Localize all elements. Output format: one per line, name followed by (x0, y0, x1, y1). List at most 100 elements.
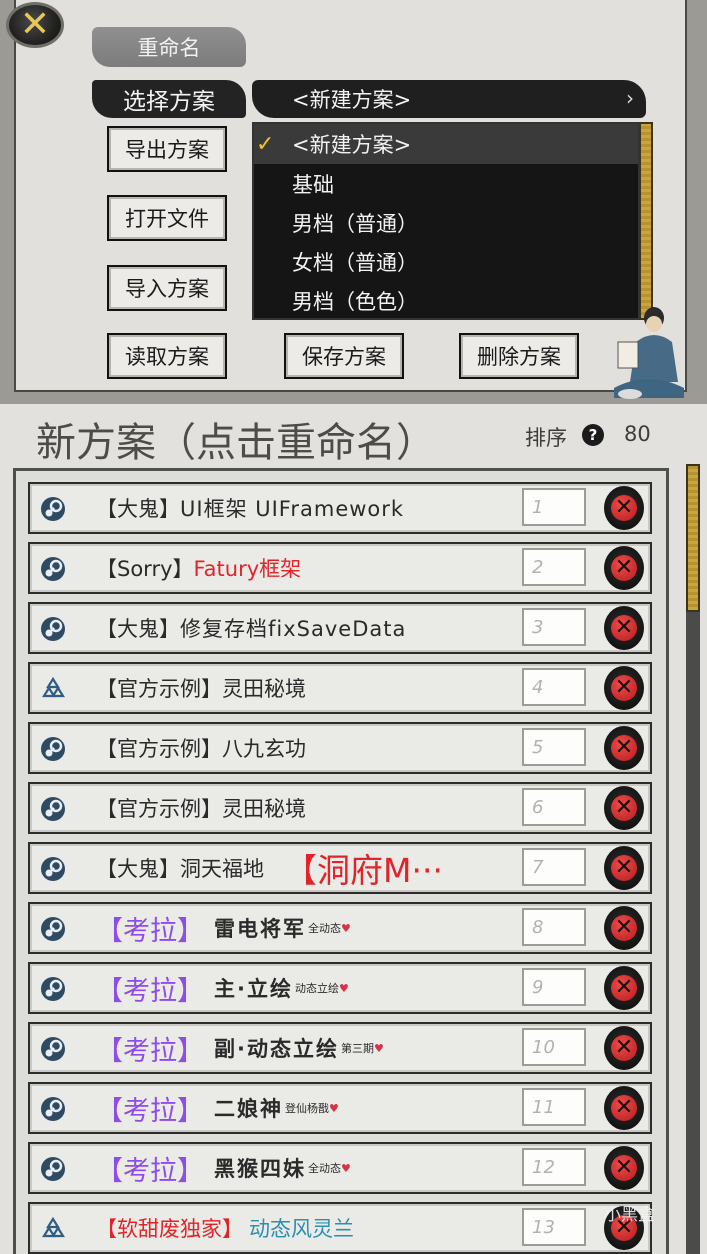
dropdown-option[interactable]: ✓ <新建方案> (254, 124, 638, 164)
order-input[interactable]: 11 (522, 1088, 586, 1126)
steam-icon (41, 617, 65, 641)
mod-row[interactable]: 【考拉】 主·立绘 动态立绘 ♥ 9 ✕ (28, 962, 652, 1014)
steam-icon (41, 857, 65, 881)
order-input[interactable]: 1 (522, 488, 586, 526)
mod-name: 【官方示例】 八九玄功 (96, 737, 306, 761)
order-input[interactable]: 3 (522, 608, 586, 646)
scheme-title[interactable]: 新方案（点击重命名） (36, 410, 436, 468)
mod-row[interactable]: 【官方示例】 灵田秘境 6 ✕ (28, 782, 652, 834)
dropdown-scrollbar[interactable] (639, 122, 653, 320)
reading-scholar-figure (614, 307, 684, 399)
mod-row[interactable]: 【官方示例】 八九玄功 5 ✕ (28, 722, 652, 774)
mod-row[interactable]: 【考拉】 副·动态立绘 第三期 ♥ 10 ✕ (28, 1022, 652, 1074)
save-scheme-button[interactable]: 保存方案 (284, 333, 404, 379)
mod-row[interactable]: 【考拉】 黑猴四妹 全动态 ♥ 12 ✕ (28, 1142, 652, 1194)
remove-mod-button[interactable]: ✕ (604, 726, 644, 770)
dropdown-option[interactable]: 男档（普通） (254, 203, 638, 243)
mod-name: 【软甜废独家】 动态风灵兰 (96, 1217, 354, 1241)
remove-mod-button[interactable]: ✕ (604, 1086, 644, 1130)
mod-row[interactable]: 【大鬼】 修复存档fixSaveData 3 ✕ (28, 602, 652, 654)
mod-row[interactable]: 【大鬼】 洞天福地 【洞府M··· 7 ✕ (28, 842, 652, 894)
remove-mod-button[interactable]: ✕ (604, 966, 644, 1010)
remove-mod-button[interactable]: ✕ (604, 1026, 644, 1070)
mod-name: 【大鬼】 UI框架 UIFramework (96, 497, 405, 521)
steam-icon (41, 797, 65, 821)
mod-name: 【Sorry】 Fatury框架 (96, 557, 302, 581)
order-input[interactable]: 5 (522, 728, 586, 766)
import-scheme-button[interactable]: 导入方案 (107, 265, 227, 311)
open-file-button[interactable]: 打开文件 (107, 195, 227, 241)
close-icon: ✕ (611, 915, 637, 941)
scheme-header: 新方案（点击重命名） 排序 ? 80 (0, 404, 707, 466)
remove-mod-button[interactable]: ✕ (604, 546, 644, 590)
remove-mod-button[interactable]: ✕ (604, 606, 644, 650)
load-scheme-button[interactable]: 读取方案 (107, 333, 227, 379)
mod-row[interactable]: 【考拉】 雷电将军 全动态 ♥ 8 ✕ (28, 902, 652, 954)
order-input[interactable]: 2 (522, 548, 586, 586)
close-icon: ✕ (611, 615, 637, 641)
mod-name: 【考拉】 副·动态立绘 第三期 ♥ (96, 1035, 384, 1067)
chevron-right-icon: › (626, 86, 634, 110)
order-input[interactable]: 6 (522, 788, 586, 826)
dropdown-option[interactable]: 基础 (254, 164, 638, 204)
close-icon: ✕ (611, 735, 637, 761)
mod-name: 【考拉】 黑猴四妹 全动态 ♥ (96, 1155, 351, 1187)
remove-mod-button[interactable]: ✕ (604, 486, 644, 530)
steam-icon (41, 1157, 65, 1181)
steam-icon (41, 557, 65, 581)
order-input[interactable]: 10 (522, 1028, 586, 1066)
close-icon: ✕ (611, 555, 637, 581)
list-scrollbar-thumb[interactable] (686, 464, 700, 612)
mod-row[interactable]: 【大鬼】 UI框架 UIFramework 1 ✕ (28, 482, 652, 534)
remove-mod-button[interactable]: ✕ (604, 786, 644, 830)
steam-icon (41, 1037, 65, 1061)
mod-row[interactable]: 【官方示例】 灵田秘境 4 ✕ (28, 662, 652, 714)
steam-icon (41, 917, 65, 941)
mod-name: 【考拉】 雷电将军 全动态 ♥ (96, 915, 351, 947)
order-input[interactable]: 13 (522, 1208, 586, 1246)
order-input[interactable]: 8 (522, 908, 586, 946)
mod-row[interactable]: 【考拉】 二娘神 登仙杨戬 ♥ 11 ✕ (28, 1082, 652, 1134)
sort-label[interactable]: 排序 (525, 422, 567, 452)
remove-mod-button[interactable]: ✕ (604, 846, 644, 890)
close-icon: ✕ (611, 795, 637, 821)
order-input[interactable]: 12 (522, 1148, 586, 1186)
close-icon: ✕ (611, 1095, 637, 1121)
export-scheme-button[interactable]: 导出方案 (107, 126, 227, 172)
mod-name: 【大鬼】 洞天福地 【洞府M··· (96, 851, 443, 890)
remove-mod-button[interactable]: ✕ (604, 906, 644, 950)
mod-name: 【官方示例】 灵田秘境 (96, 677, 306, 701)
close-icon: ✕ (611, 675, 637, 701)
steam-icon (41, 1097, 65, 1121)
order-input[interactable]: 9 (522, 968, 586, 1006)
order-input[interactable]: 7 (522, 848, 586, 886)
recycle-icon (42, 676, 65, 698)
steam-icon (41, 737, 65, 761)
watermark: 小黑盒 (604, 1205, 655, 1225)
remove-mod-button[interactable]: ✕ (604, 1146, 644, 1190)
rename-button[interactable]: 重命名 (92, 27, 246, 67)
close-icon: ✕ (611, 1155, 637, 1181)
close-icon: ✕ (19, 4, 51, 45)
scheme-panel: ✕ 重命名 选择方案 <新建方案> › 导出方案 打开文件 导入方案 ✓ <新建… (0, 0, 707, 404)
close-icon: ✕ (611, 495, 637, 521)
close-icon: ✕ (611, 975, 637, 1001)
dropdown-option[interactable]: 男档（色色） (254, 281, 638, 321)
mod-row[interactable]: 【Sorry】 Fatury框架 2 ✕ (28, 542, 652, 594)
scheme-select[interactable]: <新建方案> › (252, 80, 646, 118)
steam-icon (41, 497, 65, 521)
delete-scheme-button[interactable]: 删除方案 (459, 333, 579, 379)
select-scheme-label: 选择方案 (92, 80, 246, 118)
mod-name: 【考拉】 二娘神 登仙杨戬 ♥ (96, 1095, 339, 1127)
order-input[interactable]: 4 (522, 668, 586, 706)
scheme-dropdown[interactable]: ✓ <新建方案> 基础 男档（普通） 女档（普通） 男档（色色） (252, 122, 640, 320)
close-button[interactable]: ✕ (6, 2, 64, 48)
mod-name: 【大鬼】 修复存档fixSaveData (96, 617, 407, 641)
dropdown-option[interactable]: 女档（普通） (254, 242, 638, 282)
mod-name: 【官方示例】 灵田秘境 (96, 797, 306, 821)
scheme-select-value: <新建方案> (292, 88, 412, 112)
help-icon[interactable]: ? (582, 424, 604, 446)
remove-mod-button[interactable]: ✕ (604, 666, 644, 710)
mod-row[interactable]: 【软甜废独家】 动态风灵兰 13 ✕ (28, 1202, 652, 1254)
checkmark-icon: ✓ (256, 132, 275, 157)
